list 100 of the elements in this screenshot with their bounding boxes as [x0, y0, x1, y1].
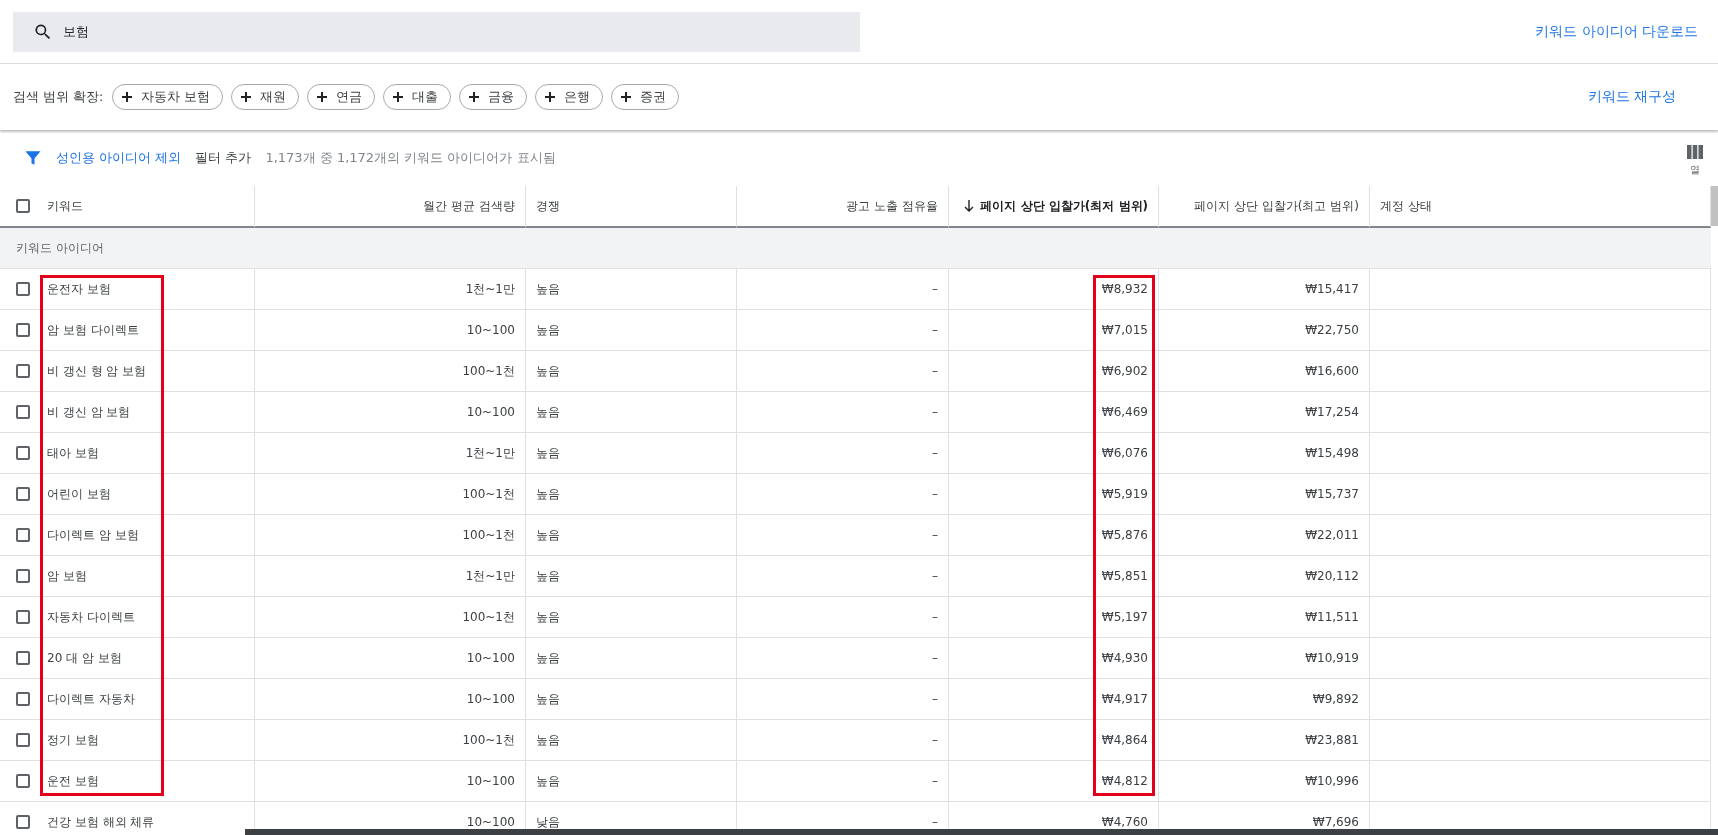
keyword-chip[interactable]: 연금 [307, 84, 376, 110]
table-cell: ₩10,996 [1305, 774, 1359, 788]
plus-icon [121, 91, 134, 103]
download-link[interactable]: 키워드 아이디어 다운로드 [1535, 22, 1698, 41]
table-cell: – [932, 569, 938, 583]
table-cell: 낮음 [536, 813, 560, 831]
table-cell: ₩17,254 [1305, 405, 1359, 419]
table-cell: 100~1천 [462, 608, 515, 626]
table-cell: – [932, 323, 938, 337]
table-cell: 높음 [536, 444, 560, 462]
table-cell: 1천~1만 [465, 567, 515, 585]
keyword-chip[interactable]: 대출 [383, 84, 452, 110]
table-cell: ₩5,876 [1101, 528, 1148, 542]
search-field[interactable]: 보험 [13, 11, 860, 52]
keyword-chip[interactable]: 금융 [459, 84, 528, 110]
column-header[interactable]: 경쟁 [536, 197, 560, 215]
table-cell: – [932, 651, 938, 665]
keyword-cell: 암 보험 다이렉트 [47, 321, 139, 339]
filter-icon [24, 149, 42, 167]
row-checkbox[interactable] [16, 569, 30, 583]
row-checkbox[interactable] [16, 282, 30, 296]
table-cell: – [932, 446, 938, 460]
keyword-chip[interactable]: 재원 [231, 84, 300, 110]
table-cell: ₩15,498 [1305, 446, 1359, 460]
keyword-cell: 다이렉트 암 보험 [47, 526, 139, 544]
row-checkbox[interactable] [16, 487, 30, 501]
column-header[interactable]: 광고 노출 점유율 [846, 197, 938, 215]
plus-icon [240, 91, 253, 103]
row-checkbox[interactable] [16, 405, 30, 419]
keyword-cell: 암 보험 [47, 567, 87, 585]
vertical-scrollbar[interactable] [1711, 186, 1718, 226]
table-cell: ₩11,511 [1305, 610, 1359, 624]
row-checkbox[interactable] [16, 323, 30, 337]
row-checkbox[interactable] [16, 774, 30, 788]
table-cell: ₩6,076 [1101, 446, 1148, 460]
table-cell: 높음 [536, 608, 560, 626]
column-header[interactable]: 계정 상태 [1380, 197, 1432, 215]
table-cell: ₩4,760 [1101, 815, 1148, 829]
table-cell: ₩22,750 [1305, 323, 1359, 337]
column-header[interactable]: 페이지 상단 입찰가(최저 범위) [980, 197, 1148, 215]
keyword-cell: 20 대 암 보험 [47, 649, 122, 667]
table-cell: ₩7,696 [1312, 815, 1359, 829]
keyword-chip[interactable]: 은행 [535, 84, 604, 110]
table-cell: – [932, 528, 938, 542]
table-cell: ₩7,015 [1101, 323, 1148, 337]
column-header[interactable]: 월간 평균 검색량 [423, 197, 515, 215]
table-cell: 높음 [536, 485, 560, 503]
columns-icon [1687, 145, 1703, 159]
select-all-checkbox[interactable] [16, 199, 30, 213]
group-label: 키워드 아이디어 [16, 239, 104, 257]
table-cell: 100~1천 [462, 362, 515, 380]
table-cell: – [932, 774, 938, 788]
table-cell: ₩4,917 [1101, 692, 1148, 706]
keyword-cell: 비 갱신 형 암 보험 [47, 362, 147, 380]
row-checkbox[interactable] [16, 651, 30, 665]
row-checkbox[interactable] [16, 610, 30, 624]
column-header[interactable]: 페이지 상단 입찰가(최고 범위) [1194, 197, 1359, 215]
keyword-chip[interactable]: 자동차 보험 [112, 84, 224, 110]
table-cell: 높음 [536, 362, 560, 380]
table-cell: – [932, 487, 938, 501]
row-checkbox[interactable] [16, 692, 30, 706]
row-checkbox[interactable] [16, 364, 30, 378]
add-filter-button[interactable]: 필터 추가 [195, 149, 252, 167]
table-cell: 높음 [536, 731, 560, 749]
table-cell: 10~100 [466, 815, 515, 829]
columns-button[interactable]: 열 [1687, 145, 1703, 177]
column-header[interactable]: 키워드 [47, 197, 83, 215]
table-cell: 1천~1만 [465, 280, 515, 298]
table-cell: 높음 [536, 321, 560, 339]
filter-chip[interactable]: 성인용 아이디어 제외 [56, 149, 182, 167]
keyword-chip[interactable]: 증권 [611, 84, 680, 110]
row-checkbox[interactable] [16, 733, 30, 747]
refine-link[interactable]: 키워드 재구성 [1587, 88, 1676, 106]
table-cell: ₩9,892 [1312, 692, 1359, 706]
table-cell: ₩23,881 [1305, 733, 1359, 747]
table-cell: – [932, 405, 938, 419]
table-cell: ₩20,112 [1305, 569, 1359, 583]
table-cell: 10~100 [466, 692, 515, 706]
table-cell: ₩22,011 [1305, 528, 1359, 542]
table-cell: ₩5,919 [1101, 487, 1148, 501]
table-cell: – [932, 282, 938, 296]
plus-icon [316, 91, 329, 103]
keyword-cell: 건강 보험 해외 체류 [47, 813, 155, 831]
table-cell: ₩5,197 [1101, 610, 1148, 624]
table-cell: ₩8,932 [1101, 282, 1148, 296]
keyword-cell: 자동차 다이렉트 [47, 608, 135, 626]
table-cell: 100~1천 [462, 731, 515, 749]
table-cell: 높음 [536, 690, 560, 708]
table-cell: ₩10,919 [1305, 651, 1359, 665]
keyword-cell: 어린이 보험 [47, 485, 111, 503]
table-cell: 10~100 [466, 774, 515, 788]
keyword-cell: 운전 보험 [47, 772, 99, 790]
row-checkbox[interactable] [16, 446, 30, 460]
table-cell: – [932, 364, 938, 378]
keyword-cell: 다이렉트 자동차 [47, 690, 135, 708]
horizontal-scrollbar[interactable] [245, 829, 1718, 835]
row-checkbox[interactable] [16, 528, 30, 542]
row-checkbox[interactable] [16, 815, 30, 829]
keyword-cell: 비 갱신 암 보험 [47, 403, 131, 421]
table-cell: – [932, 733, 938, 747]
